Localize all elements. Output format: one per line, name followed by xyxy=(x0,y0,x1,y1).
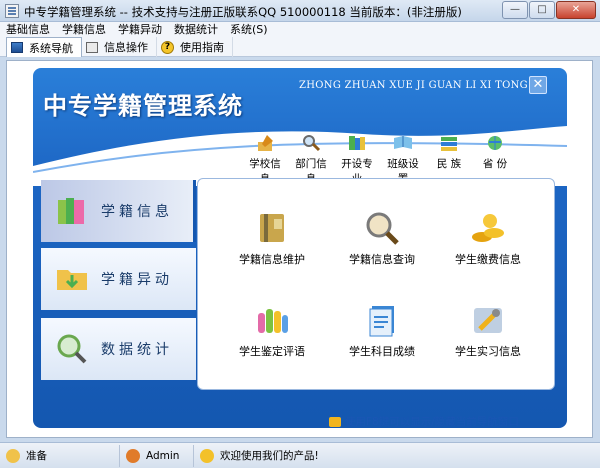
status-bar: 准备 Admin 欢迎使用我们的产品! xyxy=(0,442,600,468)
main-tiles: 学籍信息维护 学籍信息查询 学生缴费信息 学生鉴定评语 学生科目成绩 学生实习信… xyxy=(197,178,555,390)
tile-student-fees[interactable]: 学生缴费信息 xyxy=(438,211,538,267)
hand-icon xyxy=(329,416,341,427)
app-icon xyxy=(5,4,19,18)
people-icon xyxy=(441,137,457,151)
menu-bar: 基础信息 学籍信息 学籍异动 数据统计 系统(S) xyxy=(0,22,600,37)
tab-user-guide[interactable]: ? 使用指南 xyxy=(157,37,233,57)
tile-label: 学籍信息维护 xyxy=(239,253,305,266)
binder-icon xyxy=(260,214,284,242)
globe-icon xyxy=(488,136,502,150)
window-controls: — □ ✕ xyxy=(501,1,596,19)
status-welcome-text: 欢迎使用我们的产品! xyxy=(220,450,319,462)
restore-button[interactable]: □ xyxy=(529,1,555,19)
side-item-label: 学籍异动 xyxy=(101,272,173,288)
side-menu: 学籍信息 学籍异动 数据统计 xyxy=(41,180,196,380)
tab-info-ops[interactable]: 信息操作 xyxy=(82,37,157,57)
shortcut-department-info[interactable]: 部门信息 xyxy=(291,134,331,185)
shortcut-province[interactable]: 省 份 xyxy=(475,134,515,174)
tile-student-grades[interactable]: 学生科目成绩 xyxy=(332,303,432,359)
minimize-button[interactable]: — xyxy=(502,1,528,19)
top-shortcuts: 学校信息 部门信息 开设专业 班级设置 民 族 省 份 xyxy=(245,134,565,185)
tile-student-internship[interactable]: 学生实习信息 xyxy=(438,303,538,359)
menu-system[interactable]: 系统(S) xyxy=(224,22,274,37)
hint-text: 使用F8键可以显示/隐藏当前导航窗口 xyxy=(345,416,519,428)
tile-student-info-maintain[interactable]: 学籍信息维护 xyxy=(222,211,322,267)
folder-icon xyxy=(57,270,87,290)
side-item-status-change[interactable]: 学籍异动 xyxy=(41,248,196,310)
tab-label: 系统导航 xyxy=(29,41,73,55)
tools-icon xyxy=(474,308,502,333)
status-ready-text: 准备 xyxy=(26,450,47,462)
pencil-icon xyxy=(258,135,273,151)
nav-icon xyxy=(11,42,23,53)
tile-label: 学生科目成绩 xyxy=(349,345,415,358)
info-icon xyxy=(86,41,98,53)
binders-icon xyxy=(58,198,84,224)
ready-icon xyxy=(6,448,20,463)
nav-panel: 中专学籍管理系统 ZHONG ZHUAN XUE JI GUAN LI XI T… xyxy=(33,68,567,428)
user-icon xyxy=(126,448,140,463)
shortcut-majors[interactable]: 开设专业 xyxy=(337,134,377,185)
close-button[interactable]: ✕ xyxy=(556,1,596,19)
panel-subtitle: ZHONG ZHUAN XUE JI GUAN LI XI TONG xyxy=(299,80,528,91)
tile-label: 学生鉴定评语 xyxy=(239,345,305,358)
side-item-label: 数据统计 xyxy=(101,342,173,358)
book-icon xyxy=(394,136,412,149)
people-icon xyxy=(200,448,214,463)
f8-hint: 使用F8键可以显示/隐藏当前导航窗口 xyxy=(329,414,519,428)
title-bar: 中专学籍管理系统 -- 技术支持与注册正版联系QQ 510000118 当前版本… xyxy=(0,0,600,22)
panel-title: 中专学籍管理系统 xyxy=(43,91,243,120)
side-item-student-info[interactable]: 学籍信息 xyxy=(41,180,196,242)
tile-label: 学籍信息查询 xyxy=(349,253,415,266)
panel-close-button[interactable]: ✕ xyxy=(529,76,547,94)
shortcut-ethnicity[interactable]: 民 族 xyxy=(429,134,469,174)
magnifier-icon xyxy=(303,135,321,152)
tab-label: 信息操作 xyxy=(104,41,148,54)
menu-basic-info[interactable]: 基础信息 xyxy=(0,22,56,37)
help-icon: ? xyxy=(161,40,174,54)
coins-icon xyxy=(472,214,504,242)
search-chart-icon xyxy=(57,334,87,364)
menu-student-info[interactable]: 学籍信息 xyxy=(56,22,112,37)
tile-label: 学生实习信息 xyxy=(455,345,521,358)
status-welcome: 欢迎使用我们的产品! xyxy=(194,445,600,467)
menu-status-change[interactable]: 学籍异动 xyxy=(112,22,168,37)
menu-statistics[interactable]: 数据统计 xyxy=(168,22,224,37)
tab-label: 使用指南 xyxy=(180,41,224,54)
documents-icon xyxy=(369,306,394,337)
tile-student-info-query[interactable]: 学籍信息查询 xyxy=(332,211,432,267)
magnifier-icon xyxy=(366,212,399,245)
side-item-label: 学籍信息 xyxy=(101,204,173,220)
shortcut-school-info[interactable]: 学校信息 xyxy=(245,134,285,185)
side-item-statistics[interactable]: 数据统计 xyxy=(41,318,196,380)
books-icon xyxy=(349,136,365,150)
shortcut-label: 民 族 xyxy=(436,158,462,170)
status-ready: 准备 xyxy=(0,444,120,467)
status-user: Admin xyxy=(120,444,194,467)
tab-system-nav[interactable]: 系统导航 xyxy=(6,37,82,57)
shortcut-label: 省 份 xyxy=(482,158,508,170)
toolbar: 系统导航 信息操作 ? 使用指南 xyxy=(0,37,600,57)
tile-student-evaluation[interactable]: 学生鉴定评语 xyxy=(222,303,322,359)
shortcut-class-settings[interactable]: 班级设置 xyxy=(383,134,423,185)
bottles-icon xyxy=(258,309,288,333)
status-user-text: Admin xyxy=(146,449,180,462)
window-title: 中专学籍管理系统 -- 技术支持与注册正版联系QQ 510000118 当前版本… xyxy=(24,5,462,19)
tile-label: 学生缴费信息 xyxy=(455,253,521,266)
